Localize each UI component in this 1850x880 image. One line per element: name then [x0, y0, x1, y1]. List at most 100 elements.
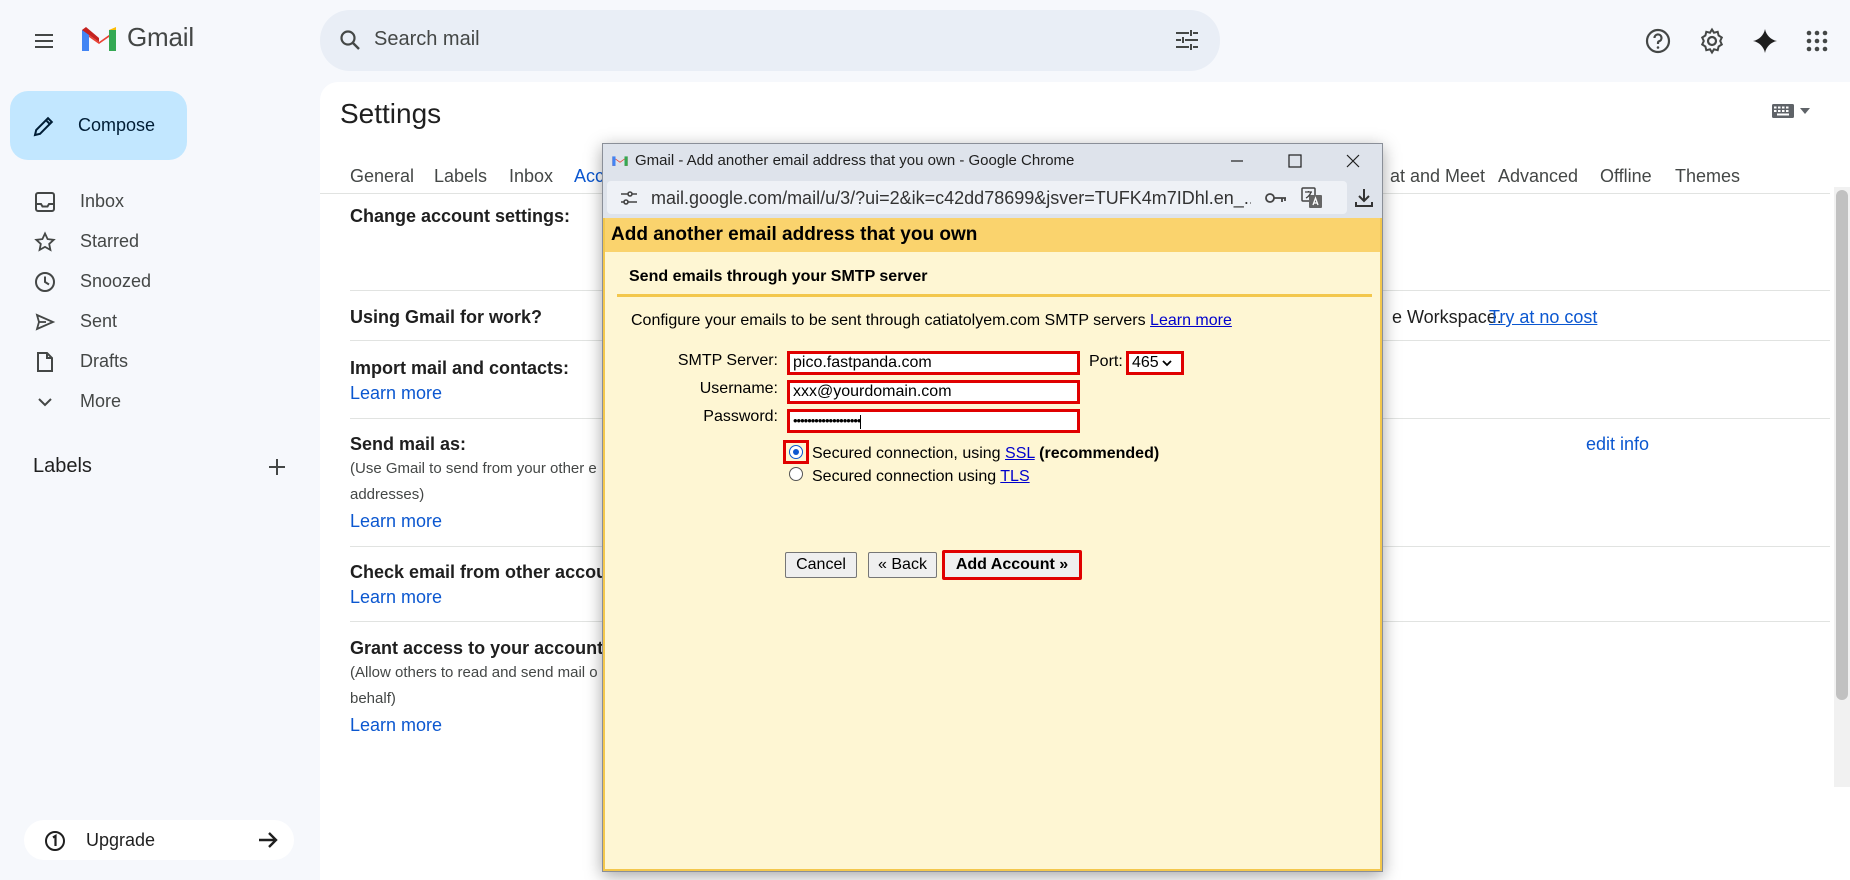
- ssl-option-label[interactable]: Secured connection, using SSL (recommend…: [812, 445, 1159, 463]
- nav-item-sent[interactable]: Sent: [0, 303, 256, 339]
- tls-option-label[interactable]: Secured connection using TLS: [812, 468, 1030, 486]
- caret-down-icon: [1800, 108, 1810, 114]
- tab-inbox[interactable]: Inbox: [509, 166, 553, 187]
- compose-button[interactable]: Compose: [10, 91, 187, 160]
- smtp-server-input[interactable]: pico.fastpanda.com: [787, 351, 1080, 375]
- star-icon: [34, 231, 56, 253]
- send-icon: [34, 311, 56, 333]
- add-label-icon[interactable]: [266, 456, 288, 478]
- input-tools-dropdown[interactable]: [1772, 104, 1810, 118]
- key-icon[interactable]: [1264, 189, 1288, 207]
- cancel-button[interactable]: Cancel: [785, 552, 857, 578]
- close-icon[interactable]: [1324, 144, 1382, 178]
- nav-item-snoozed[interactable]: Snoozed: [0, 263, 256, 299]
- search-input[interactable]: Search mail: [374, 28, 480, 51]
- port-select[interactable]: 465: [1126, 351, 1184, 375]
- settings-gear-icon[interactable]: [1693, 22, 1731, 60]
- tab-labels[interactable]: Labels: [434, 166, 487, 187]
- search-bar[interactable]: Search mail: [320, 10, 1220, 71]
- gmail-m-icon: [82, 26, 116, 51]
- check-email-learn-more-link[interactable]: Learn more: [350, 587, 442, 608]
- translate-icon[interactable]: [1301, 187, 1323, 209]
- text-cursor: [860, 414, 862, 429]
- download-icon[interactable]: [1353, 187, 1375, 209]
- send-as-learn-more-link[interactable]: Learn more: [350, 511, 442, 532]
- check-email-heading: Check email from other accou: [350, 562, 608, 582]
- window-titlebar[interactable]: Gmail - Add another email address that y…: [603, 144, 1382, 178]
- back-button[interactable]: « Back: [868, 552, 937, 578]
- grant-access-description-2: behalf): [350, 690, 396, 707]
- recommended-text: (recommended): [1039, 445, 1160, 462]
- add-account-button[interactable]: Add Account »: [942, 550, 1082, 580]
- upgrade-badge-icon: [44, 830, 66, 852]
- tab-general[interactable]: General: [350, 166, 414, 187]
- ssl-radio[interactable]: [783, 440, 809, 464]
- description-text: Configure your emails to be sent through…: [631, 312, 1146, 329]
- send-as-description: (Use Gmail to send from your other e: [350, 460, 597, 477]
- tab-chat-and-meet[interactable]: at and Meet: [1390, 166, 1485, 187]
- ssl-link[interactable]: SSL: [1005, 445, 1035, 462]
- draft-icon: [34, 351, 56, 373]
- change-account-heading: Change account settings:: [350, 206, 571, 226]
- tab-advanced[interactable]: Advanced: [1498, 166, 1578, 187]
- add-email-dialog: Add another email address that you own S…: [603, 218, 1382, 871]
- page-title: Settings: [340, 98, 442, 129]
- upgrade-button[interactable]: Upgrade: [24, 820, 294, 860]
- top-bar: Gmail Search mail: [0, 0, 1850, 82]
- radio-unselected-icon: [789, 467, 803, 481]
- send-as-heading: Send mail as:: [350, 434, 467, 454]
- edit-info-link[interactable]: edit info: [1586, 434, 1649, 455]
- nav-label-sent: Sent: [80, 310, 118, 331]
- port-value: 465: [1132, 354, 1159, 371]
- tab-offline[interactable]: Offline: [1600, 166, 1652, 187]
- tab-accounts[interactable]: Acc: [574, 166, 604, 187]
- main-menu-icon[interactable]: [24, 25, 64, 57]
- username-label: Username:: [699, 380, 778, 397]
- chevron-down-icon: [34, 391, 56, 413]
- username-input[interactable]: xxx@yourdomain.com: [787, 380, 1080, 404]
- upgrade-label: Upgrade: [86, 830, 156, 850]
- clock-icon: [34, 271, 56, 293]
- divider: [617, 294, 1372, 297]
- nav-item-more[interactable]: More: [0, 383, 256, 419]
- app-name: Gmail: [127, 22, 194, 52]
- chevron-down-icon: [1162, 359, 1172, 367]
- tls-link[interactable]: TLS: [1000, 468, 1029, 485]
- dialog-header: Add another email address that you own: [605, 218, 1380, 252]
- search-icon[interactable]: [338, 28, 362, 52]
- maximize-icon[interactable]: [1266, 144, 1324, 178]
- try-at-no-cost-link[interactable]: Try at no cost: [1489, 307, 1597, 328]
- grant-access-learn-more-link[interactable]: Learn more: [350, 715, 442, 736]
- tab-themes[interactable]: Themes: [1675, 166, 1740, 187]
- password-input[interactable]: •••••••••••••••••••: [787, 409, 1080, 433]
- compose-label: Compose: [78, 115, 156, 135]
- search-options-icon[interactable]: [1174, 28, 1200, 52]
- nav-label-more: More: [80, 390, 122, 411]
- send-as-description-2: addresses): [350, 486, 425, 503]
- import-learn-more-link[interactable]: Learn more: [350, 383, 442, 404]
- help-icon[interactable]: [1639, 22, 1677, 60]
- site-info-icon[interactable]: [619, 189, 639, 207]
- scrollbar-thumb[interactable]: [1836, 190, 1848, 700]
- minimize-icon[interactable]: [1208, 144, 1266, 178]
- nav-item-starred[interactable]: Starred: [0, 223, 256, 259]
- tls-text: Secured connection using: [812, 468, 997, 485]
- tls-radio[interactable]: [783, 462, 809, 486]
- keyboard-icon: [1772, 104, 1794, 118]
- url-field[interactable]: mail.google.com/mail/u/3/?ui=2&ik=c42dd7…: [607, 181, 1347, 214]
- gmail-logo[interactable]: Gmail: [79, 22, 194, 53]
- nav-label-drafts: Drafts: [80, 350, 129, 371]
- apps-grid-icon[interactable]: [1798, 22, 1836, 60]
- smtp-server-label: SMTP Server:: [677, 352, 778, 369]
- nav-label-snoozed: Snoozed: [80, 270, 152, 291]
- dialog-subtitle: Send emails through your SMTP server: [629, 268, 928, 285]
- password-label: Password:: [703, 408, 778, 425]
- ssl-text: Secured connection, using: [812, 445, 1001, 462]
- grant-access-description: (Allow others to read and send mail o: [350, 664, 598, 681]
- nav-item-inbox[interactable]: Inbox: [0, 183, 256, 219]
- nav-item-drafts[interactable]: Drafts: [0, 343, 256, 379]
- address-bar: mail.google.com/mail/u/3/?ui=2&ik=c42dd7…: [603, 178, 1382, 218]
- gemini-sparkle-icon[interactable]: [1746, 22, 1784, 60]
- learn-more-link[interactable]: Learn more: [1150, 312, 1232, 329]
- dialog-description: Configure your emails to be sent through…: [631, 312, 1232, 330]
